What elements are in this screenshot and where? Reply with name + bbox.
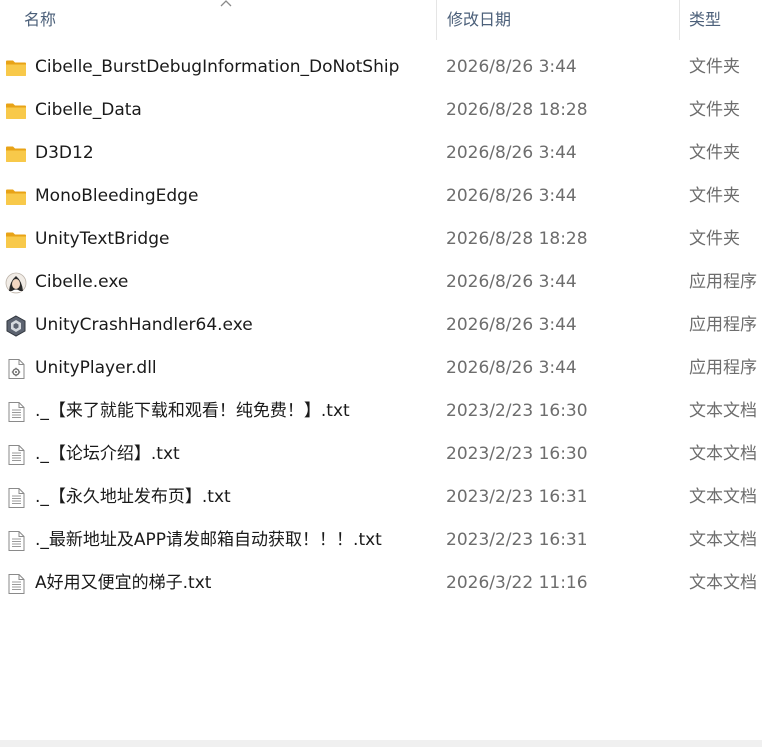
column-header-name[interactable]: 名称 — [0, 0, 436, 40]
file-list: Cibelle_BurstDebugInformation_DoNotShip 2… — [0, 46, 762, 605]
file-row[interactable]: Cibelle_BurstDebugInformation_DoNotShip 2… — [0, 46, 762, 89]
file-type: 应用程序 — [689, 315, 757, 335]
text-file-icon — [5, 530, 27, 552]
file-name: UnityPlayer.dll — [35, 358, 157, 378]
file-type: 文件夹 — [689, 57, 740, 77]
file-row[interactable]: ._【论坛介绍】.txt 2023/2/23 16:30 文本文档 — [0, 433, 762, 476]
file-modified-date: 2026/8/26 3:44 — [446, 186, 577, 206]
file-name: Cibelle.exe — [35, 272, 129, 292]
column-header-date[interactable]: 修改日期 — [437, 0, 679, 40]
app-avatar-icon — [5, 272, 27, 294]
file-type: 文件夹 — [689, 100, 740, 120]
file-name: ._【永久地址发布页】.txt — [35, 487, 231, 507]
file-type: 文件夹 — [689, 143, 740, 163]
column-header-date-label: 修改日期 — [447, 10, 512, 29]
file-row[interactable]: Cibelle.exe 2026/8/26 3:44 应用程序 — [0, 261, 762, 304]
file-type: 文本文档 — [689, 444, 757, 464]
file-type: 应用程序 — [689, 272, 757, 292]
file-modified-date: 2023/2/23 16:30 — [446, 444, 588, 464]
file-type: 文本文档 — [689, 573, 757, 593]
file-row[interactable]: Cibelle_Data 2026/8/28 18:28 文件夹 — [0, 89, 762, 132]
file-name: Cibelle_BurstDebugInformation_DoNotShip — [35, 57, 400, 77]
file-type: 文件夹 — [689, 229, 740, 249]
folder-icon — [5, 100, 27, 122]
column-header-name-label: 名称 — [24, 10, 57, 29]
column-header-type[interactable]: 类型 — [680, 0, 762, 40]
file-type: 文本文档 — [689, 530, 757, 550]
file-row[interactable]: ._【永久地址发布页】.txt 2023/2/23 16:31 文本文档 — [0, 476, 762, 519]
file-row[interactable]: MonoBleedingEdge 2026/8/26 3:44 文件夹 — [0, 175, 762, 218]
file-row[interactable]: ._最新地址及APP请发邮箱自动获取！！！.txt 2023/2/23 16:31… — [0, 519, 762, 562]
column-header-type-label: 类型 — [689, 10, 722, 29]
file-name: D3D12 — [35, 143, 94, 163]
text-file-icon — [5, 487, 27, 509]
file-name: UnityTextBridge — [35, 229, 170, 249]
file-modified-date: 2026/8/26 3:44 — [446, 272, 577, 292]
file-row[interactable]: UnityPlayer.dll 2026/8/26 3:44 应用程序 — [0, 347, 762, 390]
file-type: 文本文档 — [689, 401, 757, 421]
file-modified-date: 2026/8/26 3:44 — [446, 315, 577, 335]
file-modified-date: 2026/8/26 3:44 — [446, 57, 577, 77]
unity-icon — [5, 315, 27, 337]
file-row[interactable]: UnityTextBridge 2026/8/28 18:28 文件夹 — [0, 218, 762, 261]
file-type: 文件夹 — [689, 186, 740, 206]
file-name: ._【来了就能下载和观看！纯免费！】.txt — [35, 401, 350, 421]
file-type: 文本文档 — [689, 487, 757, 507]
file-modified-date: 2026/8/26 3:44 — [446, 143, 577, 163]
file-modified-date: 2026/8/28 18:28 — [446, 229, 588, 249]
file-name: UnityCrashHandler64.exe — [35, 315, 253, 335]
file-explorer-list: 名称 修改日期 类型 Cibelle_BurstDebugInformation… — [0, 0, 762, 747]
file-name: A好用又便宜的梯子.txt — [35, 573, 212, 593]
file-row[interactable]: A好用又便宜的梯子.txt 2026/3/22 11:16 文本文档 — [0, 562, 762, 605]
file-row[interactable]: UnityCrashHandler64.exe 2026/8/26 3:44 应用程… — [0, 304, 762, 347]
folder-icon — [5, 186, 27, 208]
file-modified-date: 2026/8/26 3:44 — [446, 358, 577, 378]
text-file-icon — [5, 401, 27, 423]
file-row[interactable]: ._【来了就能下载和观看！纯免费！】.txt 2023/2/23 16:30 文本文… — [0, 390, 762, 433]
horizontal-scrollbar-track[interactable] — [0, 740, 762, 747]
file-modified-date: 2026/8/28 18:28 — [446, 100, 588, 120]
file-type: 应用程序 — [689, 358, 757, 378]
text-file-icon — [5, 444, 27, 466]
file-name: Cibelle_Data — [35, 100, 142, 120]
file-modified-date: 2026/3/22 11:16 — [446, 573, 588, 593]
folder-icon — [5, 229, 27, 251]
column-header-row: 名称 修改日期 类型 — [0, 0, 762, 40]
text-file-icon — [5, 573, 27, 595]
file-modified-date: 2023/2/23 16:31 — [446, 487, 588, 507]
folder-icon — [5, 143, 27, 165]
file-name: MonoBleedingEdge — [35, 186, 199, 206]
file-row[interactable]: D3D12 2026/8/26 3:44 文件夹 — [0, 132, 762, 175]
folder-icon — [5, 57, 27, 79]
dll-icon — [5, 358, 27, 380]
file-modified-date: 2023/2/23 16:30 — [446, 401, 588, 421]
file-modified-date: 2023/2/23 16:31 — [446, 530, 588, 550]
file-name: ._最新地址及APP请发邮箱自动获取！！！.txt — [35, 530, 382, 550]
file-name: ._【论坛介绍】.txt — [35, 444, 180, 464]
